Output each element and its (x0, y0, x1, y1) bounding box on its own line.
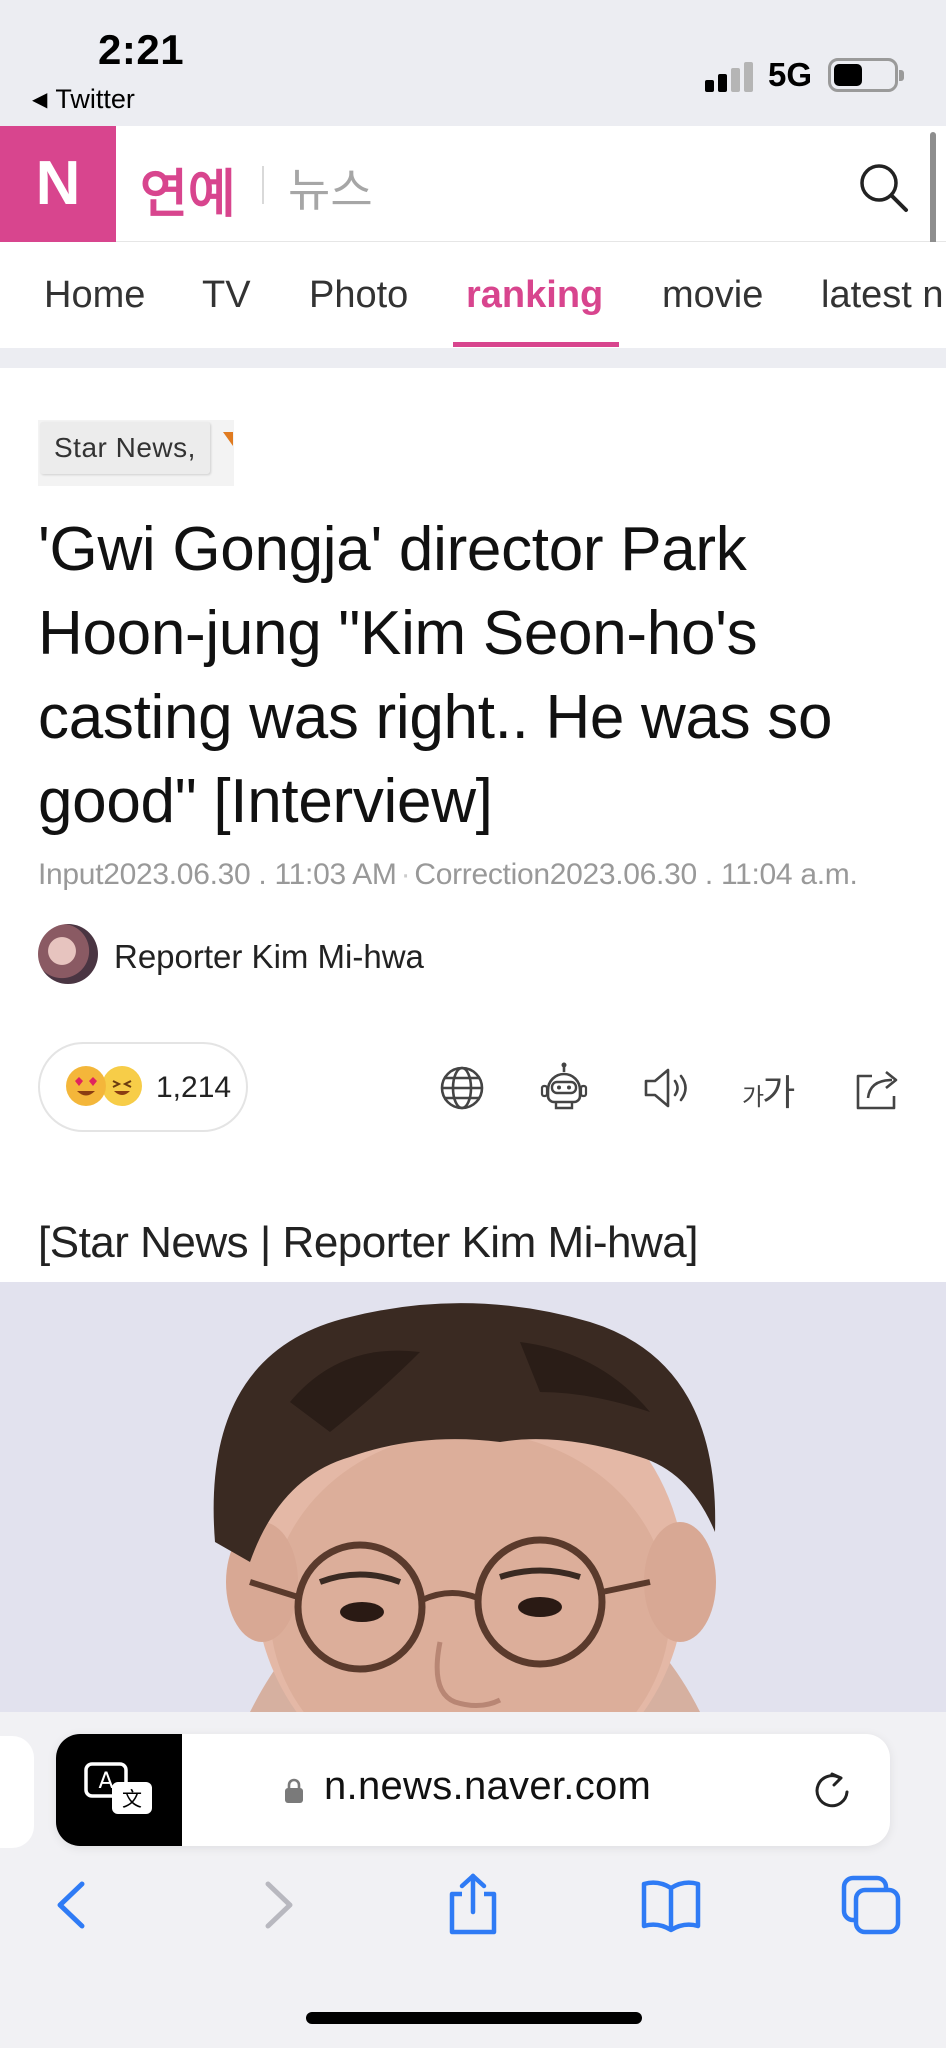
search-icon[interactable] (856, 160, 910, 214)
robot-summary-icon[interactable] (536, 1060, 592, 1116)
press-logo-corner (223, 432, 233, 446)
reporter-name: Reporter Kim Mi-hwa (114, 938, 424, 975)
tab-movie[interactable]: movie (662, 274, 763, 317)
url-text[interactable]: n.news.naver.com (324, 1764, 651, 1809)
person-portrait-image (0, 1282, 946, 1712)
home-indicator[interactable] (306, 2012, 642, 2024)
font-size-small-label: 가 (742, 1083, 764, 1111)
font-size-large-label: 가 (762, 1073, 795, 1114)
back-chevron-icon[interactable] (40, 1872, 106, 1938)
input-time: 2023.06.30 . 11:03 AM (103, 858, 397, 891)
address-bar[interactable]: A 文 n.news.naver.com (56, 1734, 890, 1846)
lock-icon (285, 1778, 303, 1803)
tab-photo[interactable]: Photo (309, 274, 408, 317)
correction-label: Correction (414, 858, 550, 891)
active-tab-indicator (453, 342, 619, 347)
article-meta: Input2023.06.30 . 11:03 AM · Correction202… (38, 858, 858, 892)
section-title[interactable]: 연예 (140, 152, 236, 227)
reaction-count: 1,214 (156, 1071, 232, 1104)
tab-latest[interactable]: latest n (821, 274, 944, 317)
reporter-avatar (38, 924, 98, 984)
article-photo[interactable] (0, 1282, 946, 1712)
battery-icon (828, 58, 904, 92)
cellular-signal-icon (705, 60, 757, 92)
naver-logo[interactable]: N (0, 126, 116, 242)
previous-tab-card[interactable] (0, 1736, 34, 1848)
network-type: 5G (768, 56, 813, 93)
back-triangle-icon: ◀ (32, 89, 48, 111)
tab-tv[interactable]: TV (202, 274, 251, 317)
translate-button[interactable]: A 文 (56, 1734, 182, 1846)
article-headline: 'Gwi Gongja' director Park Hoon-jung "Ki… (38, 515, 833, 836)
font-size-button[interactable]: 가가 (742, 1064, 795, 1116)
back-to-app-link[interactable]: ◀ Twitter (32, 84, 135, 115)
tabs-icon[interactable] (838, 1872, 904, 1938)
back-app-label: Twitter (55, 84, 135, 114)
reaction-button[interactable]: 1,214 (38, 1042, 248, 1132)
press-logo[interactable]: Star News, (38, 420, 234, 486)
photo-caption: [Star News | Reporter Kim Mi-hwa] (38, 1218, 698, 1267)
globe-icon[interactable] (434, 1060, 490, 1116)
site-header: N 연예 뉴스 (0, 126, 946, 242)
svg-text:A: A (98, 1769, 113, 1794)
heart-eyes-emoji-icon (66, 1066, 106, 1106)
browser-toolbar: A 文 n.news.naver.com (0, 1712, 946, 2048)
bookmarks-icon[interactable] (638, 1872, 704, 1938)
category-tabs: Home TV Photo ranking movie latest n (0, 242, 946, 348)
tab-ranking[interactable]: ranking (466, 274, 603, 317)
share-sheet-icon[interactable] (440, 1872, 506, 1938)
status-time: 2:21 (98, 26, 185, 73)
correction-time: 2023.06.30 . 11:04 a.m. (549, 858, 858, 891)
reload-icon[interactable] (810, 1768, 854, 1812)
forward-chevron-icon[interactable] (244, 1872, 310, 1938)
section-subtitle[interactable]: 뉴스 (288, 154, 373, 220)
tab-home[interactable]: Home (44, 274, 145, 317)
input-label: Input (38, 858, 104, 891)
section-separator (0, 348, 946, 368)
svg-text:文: 文 (122, 1787, 142, 1811)
press-name: Star News, (40, 422, 210, 474)
speaker-icon[interactable] (640, 1060, 696, 1116)
translate-icon: A 文 (84, 1762, 152, 1814)
laughing-emoji-icon (102, 1066, 142, 1106)
status-bar: 2:21 ◀ Twitter 5G (0, 0, 946, 126)
share-icon[interactable] (850, 1060, 906, 1116)
meta-separator: · (400, 858, 411, 891)
header-divider (262, 166, 264, 204)
